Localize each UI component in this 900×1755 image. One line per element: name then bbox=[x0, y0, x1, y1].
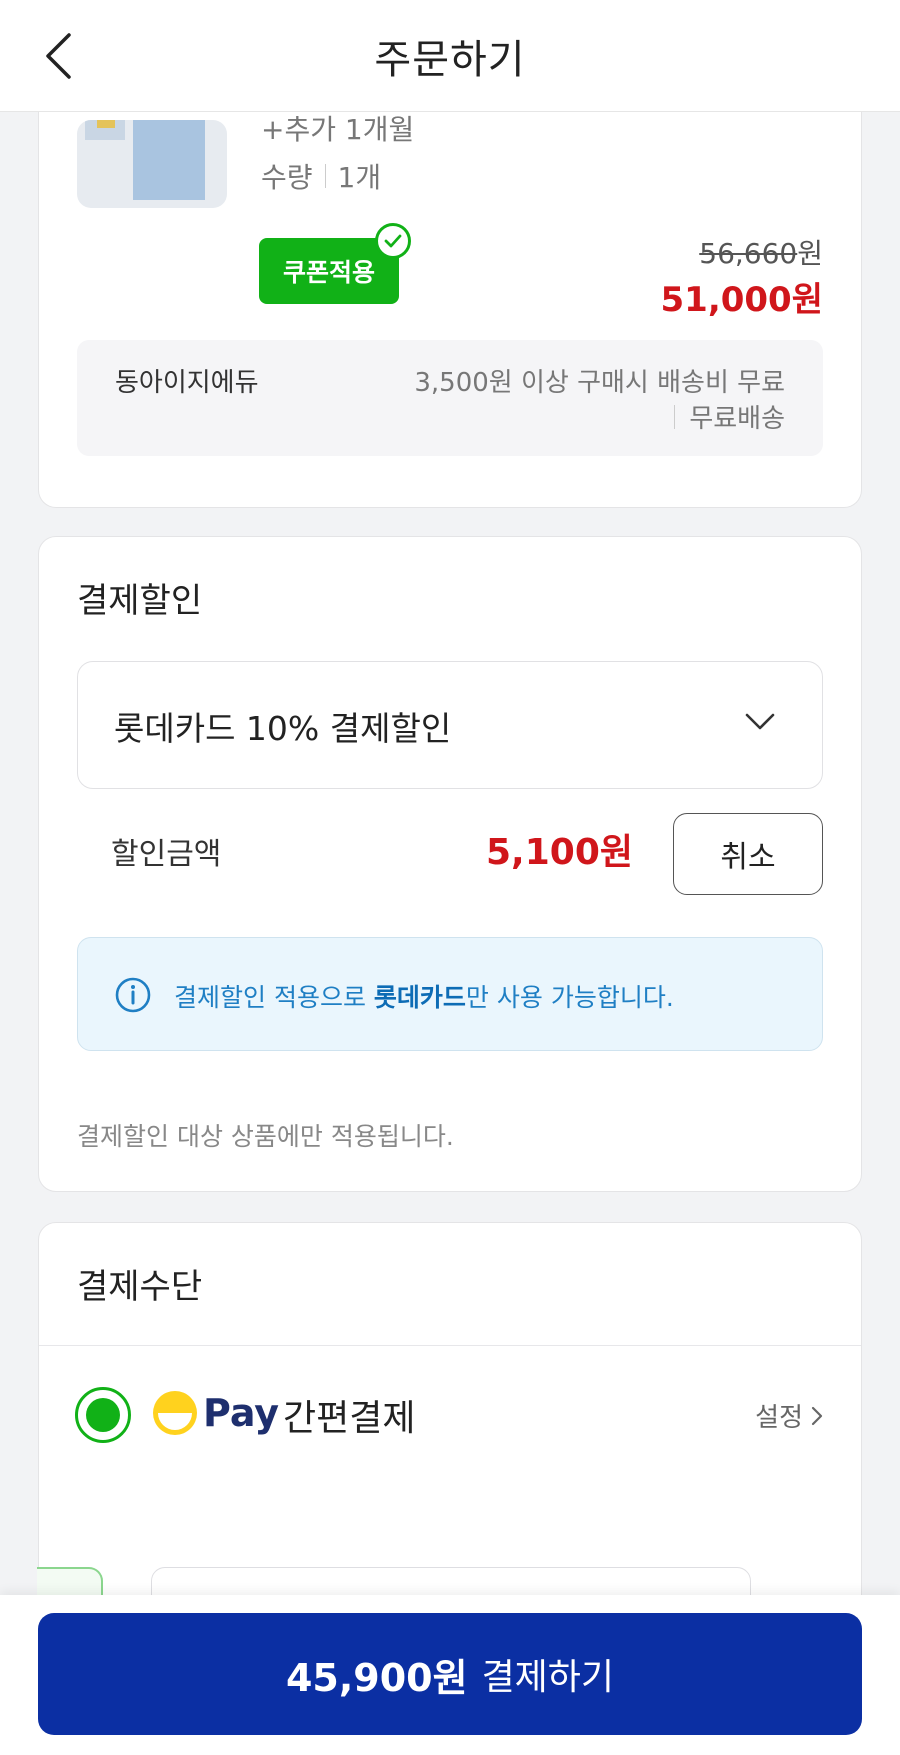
chevron-down-icon bbox=[745, 713, 775, 730]
checkout-amount: 45,900원 bbox=[285, 1655, 468, 1700]
original-price: 56,660 원 bbox=[699, 232, 823, 272]
pay-logo-icon bbox=[153, 1391, 197, 1435]
page-title: 주문하기 bbox=[374, 36, 526, 83]
original-price-unit: 원 bbox=[797, 237, 823, 270]
quantity-label: 수량 bbox=[261, 161, 313, 194]
final-price: 51,000원 bbox=[660, 280, 823, 320]
product-thumbnail bbox=[77, 120, 227, 208]
divider bbox=[324, 164, 326, 188]
discount-amount-value: 5,100원 bbox=[486, 832, 633, 873]
discount-select[interactable]: 롯데카드 10% 결제할인 bbox=[77, 661, 823, 789]
section-title: 결제수단 bbox=[77, 1267, 203, 1307]
checkout-label: 결제하기 bbox=[481, 1657, 615, 1698]
info-icon bbox=[115, 977, 151, 1013]
app-header: 주문하기 bbox=[0, 0, 900, 112]
selected-discount: 롯데카드 10% 결제할인 bbox=[114, 709, 452, 748]
payment-discount-card: 결제할인 롯데카드 10% 결제할인 할인금액 5,100원 취소 결제할인 적… bbox=[38, 536, 862, 1192]
checkout-button[interactable]: 45,900원 결제하기 bbox=[38, 1613, 862, 1735]
shipping-condition: 3,500원 이상 구매시 배송비 무료 bbox=[414, 368, 785, 398]
payment-method-label: 간편결제 bbox=[283, 1398, 416, 1439]
easy-pay-radio[interactable] bbox=[75, 1387, 131, 1443]
notice-text: 결제할인 적용으로 롯데카드 만 사용 가능합니다. bbox=[174, 978, 674, 1014]
seller-name: 동아이지에듀 bbox=[115, 368, 259, 398]
back-button[interactable] bbox=[36, 28, 80, 84]
divider bbox=[39, 1345, 861, 1346]
shipping-info: 동아이지에듀 3,500원 이상 구매시 배송비 무료 무료배송 bbox=[77, 340, 823, 456]
original-price-value: 56,660 bbox=[699, 237, 798, 270]
divider bbox=[674, 404, 676, 429]
quantity-row: 수량 1개 bbox=[261, 156, 381, 196]
chevron-right-icon bbox=[811, 1406, 823, 1425]
product-option: +추가 1개월 bbox=[261, 113, 415, 146]
bottom-bar: 45,900원 결제하기 bbox=[0, 1595, 900, 1755]
notice-prefix: 결제할인 적용으로 bbox=[174, 983, 374, 1012]
check-circle-icon bbox=[375, 223, 411, 259]
notice-suffix: 만 사용 가능합니다. bbox=[465, 983, 674, 1012]
pay-brand: Pay bbox=[203, 1391, 280, 1435]
shipping-fee-label: 무료배송 bbox=[689, 404, 785, 434]
discount-notice: 결제할인 적용으로 롯데카드 만 사용 가능합니다. bbox=[77, 937, 823, 1051]
order-product-card: +추가 1개월 수량 1개 쿠폰적용 56,660 원 51,000원 동아이지… bbox=[38, 60, 862, 508]
discount-footnote: 결제할인 대상 상품에만 적용됩니다. bbox=[77, 1122, 454, 1151]
chevron-left-icon bbox=[46, 33, 71, 79]
settings-link[interactable]: 설정 bbox=[755, 1397, 825, 1434]
section-title: 결제할인 bbox=[77, 581, 203, 621]
notice-highlight: 롯데카드 bbox=[373, 983, 466, 1012]
settings-label: 설정 bbox=[755, 1403, 803, 1433]
discount-amount-label: 할인금액 bbox=[111, 837, 222, 872]
shipping-fee: 무료배송 bbox=[674, 398, 785, 435]
cancel-discount-button[interactable]: 취소 bbox=[673, 813, 823, 895]
radio-selected-dot bbox=[86, 1398, 120, 1432]
quantity-value: 1개 bbox=[337, 161, 382, 194]
